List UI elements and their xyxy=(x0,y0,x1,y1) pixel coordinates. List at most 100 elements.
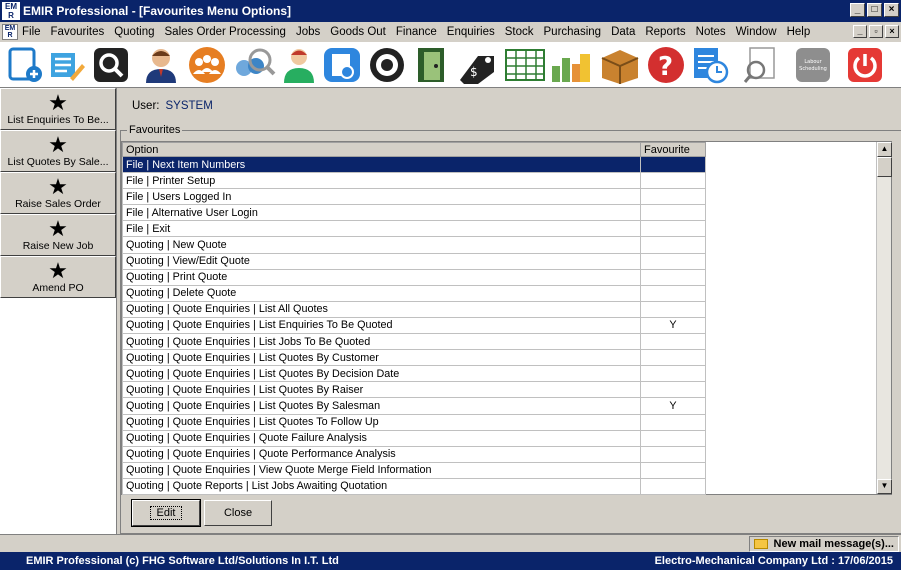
table-row[interactable]: File | Next Item Numbers xyxy=(122,155,706,174)
mdi-close-button[interactable]: × xyxy=(885,25,899,38)
favourite-cell[interactable] xyxy=(640,188,706,206)
price-tag-icon[interactable]: $ xyxy=(456,46,500,84)
menu-favourites[interactable]: Favourites xyxy=(46,26,110,38)
maximize-button[interactable]: □ xyxy=(867,3,882,17)
shortcut-amend-po[interactable]: ★ Amend PO xyxy=(0,256,116,298)
option-cell[interactable]: Quoting | New Quote xyxy=(122,236,641,254)
favourite-cell[interactable] xyxy=(640,236,706,254)
menu-stock[interactable]: Stock xyxy=(500,26,539,38)
table-row[interactable]: Quoting | Quote Enquiries | List All Quo… xyxy=(122,300,706,318)
option-cell[interactable]: Quoting | Quote Enquiries | List Quotes … xyxy=(122,381,641,399)
option-cell[interactable]: File | Printer Setup xyxy=(122,172,641,190)
option-cell[interactable]: Quoting | Quote Enquiries | Quote Failur… xyxy=(122,429,641,447)
menu-goods-out[interactable]: Goods Out xyxy=(325,26,391,38)
favourite-cell[interactable] xyxy=(640,429,706,447)
notes-icon[interactable] xyxy=(48,46,86,84)
column-header-favourite[interactable]: Favourite xyxy=(640,142,706,157)
magnifier-icon[interactable] xyxy=(742,46,780,84)
power-icon[interactable] xyxy=(846,46,884,84)
mail-notification[interactable]: New mail message(s)... xyxy=(748,536,899,552)
table-row[interactable]: Quoting | Quote Enquiries | Quote Perfor… xyxy=(122,445,706,463)
table-row[interactable]: Quoting | Quote Enquiries | List Quotes … xyxy=(122,365,706,383)
table-row[interactable]: Quoting | Print Quote xyxy=(122,268,706,286)
table-row[interactable]: File | Alternative User Login xyxy=(122,204,706,222)
minimize-button[interactable]: _ xyxy=(850,3,865,17)
new-document-icon[interactable] xyxy=(6,46,44,84)
option-cell[interactable]: Quoting | View/Edit Quote xyxy=(122,252,641,270)
table-row[interactable]: Quoting | Quote Enquiries | List Quotes … xyxy=(122,397,706,415)
user-icon[interactable] xyxy=(142,46,180,84)
menu-jobs[interactable]: Jobs xyxy=(291,26,325,38)
favourite-cell[interactable] xyxy=(640,461,706,479)
favourite-cell[interactable] xyxy=(640,204,706,222)
scroll-up-button[interactable]: ▲ xyxy=(877,142,892,157)
table-row[interactable]: Quoting | Quote Enquiries | List Enquiri… xyxy=(122,316,706,335)
title-bar[interactable]: EM R EMIR Professional - [Favourites Menu… xyxy=(0,0,901,22)
settings-icon[interactable] xyxy=(368,46,406,84)
favourite-cell[interactable] xyxy=(640,477,706,495)
menu-quoting[interactable]: Quoting xyxy=(109,26,159,38)
favourite-cell[interactable] xyxy=(640,300,706,318)
box-icon[interactable] xyxy=(598,46,640,84)
charts-icon[interactable] xyxy=(550,46,592,84)
mdi-child-icon[interactable]: EM R xyxy=(2,24,18,40)
favourite-cell[interactable] xyxy=(640,268,706,286)
option-cell[interactable]: File | Exit xyxy=(122,220,641,238)
favourite-cell[interactable] xyxy=(640,413,706,431)
option-cell[interactable]: Quoting | Quote Reports | List Jobs Awai… xyxy=(122,477,641,495)
option-cell[interactable]: Quoting | Quote Enquiries | List Jobs To… xyxy=(122,333,641,351)
table-row[interactable]: Quoting | Quote Enquiries | List Quotes … xyxy=(122,381,706,399)
favourite-cell[interactable] xyxy=(640,365,706,383)
favourite-cell[interactable] xyxy=(640,381,706,399)
scroll-thumb[interactable] xyxy=(877,157,892,177)
table-row[interactable]: File | Printer Setup xyxy=(122,172,706,190)
option-cell[interactable]: Quoting | Quote Enquiries | List Enquiri… xyxy=(122,316,641,335)
column-header-option[interactable]: Option xyxy=(122,142,641,157)
table-row[interactable]: Quoting | Delete Quote xyxy=(122,284,706,302)
shortcut-raise-new-job[interactable]: ★ Raise New Job xyxy=(0,214,116,256)
option-cell[interactable]: Quoting | Quote Enquiries | List Quotes … xyxy=(122,365,641,383)
favourite-cell[interactable] xyxy=(640,220,706,238)
option-cell[interactable]: Quoting | Quote Enquiries | List Quotes … xyxy=(122,397,641,415)
table-row[interactable]: Quoting | Quote Enquiries | List Quotes … xyxy=(122,349,706,367)
app-logo-icon[interactable]: EM R xyxy=(2,2,20,20)
edit-button[interactable]: Edit xyxy=(131,499,201,527)
find-people-icon[interactable] xyxy=(232,46,276,84)
option-cell[interactable]: Quoting | Quote Enquiries | List Quotes … xyxy=(122,349,641,367)
table-row[interactable]: File | Users Logged In xyxy=(122,188,706,206)
menu-help[interactable]: Help xyxy=(782,26,816,38)
menu-window[interactable]: Window xyxy=(731,26,782,38)
contact-icon[interactable] xyxy=(280,46,318,84)
option-cell[interactable]: Quoting | Quote Enquiries | List Quotes … xyxy=(122,413,641,431)
favourite-cell[interactable]: Y xyxy=(640,316,706,335)
menu-sales-order-processing[interactable]: Sales Order Processing xyxy=(160,26,291,38)
table-row[interactable]: Quoting | Quote Enquiries | View Quote M… xyxy=(122,461,706,479)
favourites-grid[interactable]: Option Favourite File | Next Item Number… xyxy=(121,141,892,495)
favourite-cell[interactable] xyxy=(640,252,706,270)
document-icon[interactable] xyxy=(322,46,362,84)
table-row[interactable]: File | Exit xyxy=(122,220,706,238)
menu-finance[interactable]: Finance xyxy=(391,26,442,38)
table-row[interactable]: Quoting | Quote Enquiries | List Jobs To… xyxy=(122,333,706,351)
close-button[interactable]: Close xyxy=(204,500,272,526)
spreadsheet-icon[interactable] xyxy=(504,46,546,84)
option-cell[interactable]: File | Alternative User Login xyxy=(122,204,641,222)
table-row[interactable]: Quoting | View/Edit Quote xyxy=(122,252,706,270)
favourite-cell[interactable] xyxy=(640,333,706,351)
close-window-button[interactable]: × xyxy=(884,3,899,17)
table-row[interactable]: Quoting | Quote Reports | List Jobs Awai… xyxy=(122,477,706,495)
favourite-cell[interactable] xyxy=(640,172,706,190)
labour-scheduling-icon[interactable]: Labour Scheduling xyxy=(794,46,832,84)
schedule-icon[interactable] xyxy=(690,46,730,84)
table-row[interactable]: Quoting | New Quote xyxy=(122,236,706,254)
mdi-minimize-button[interactable]: _ xyxy=(853,25,867,38)
option-cell[interactable]: File | Next Item Numbers xyxy=(122,155,641,174)
table-row[interactable]: Quoting | Quote Enquiries | Quote Failur… xyxy=(122,429,706,447)
shortcut-raise-sales-order[interactable]: ★ Raise Sales Order xyxy=(0,172,116,214)
option-cell[interactable]: Quoting | Print Quote xyxy=(122,268,641,286)
option-cell[interactable]: File | Users Logged In xyxy=(122,188,641,206)
menu-reports[interactable]: Reports xyxy=(640,26,690,38)
option-cell[interactable]: Quoting | Quote Enquiries | Quote Perfor… xyxy=(122,445,641,463)
group-icon[interactable] xyxy=(186,46,228,84)
option-cell[interactable]: Quoting | Quote Enquiries | View Quote M… xyxy=(122,461,641,479)
